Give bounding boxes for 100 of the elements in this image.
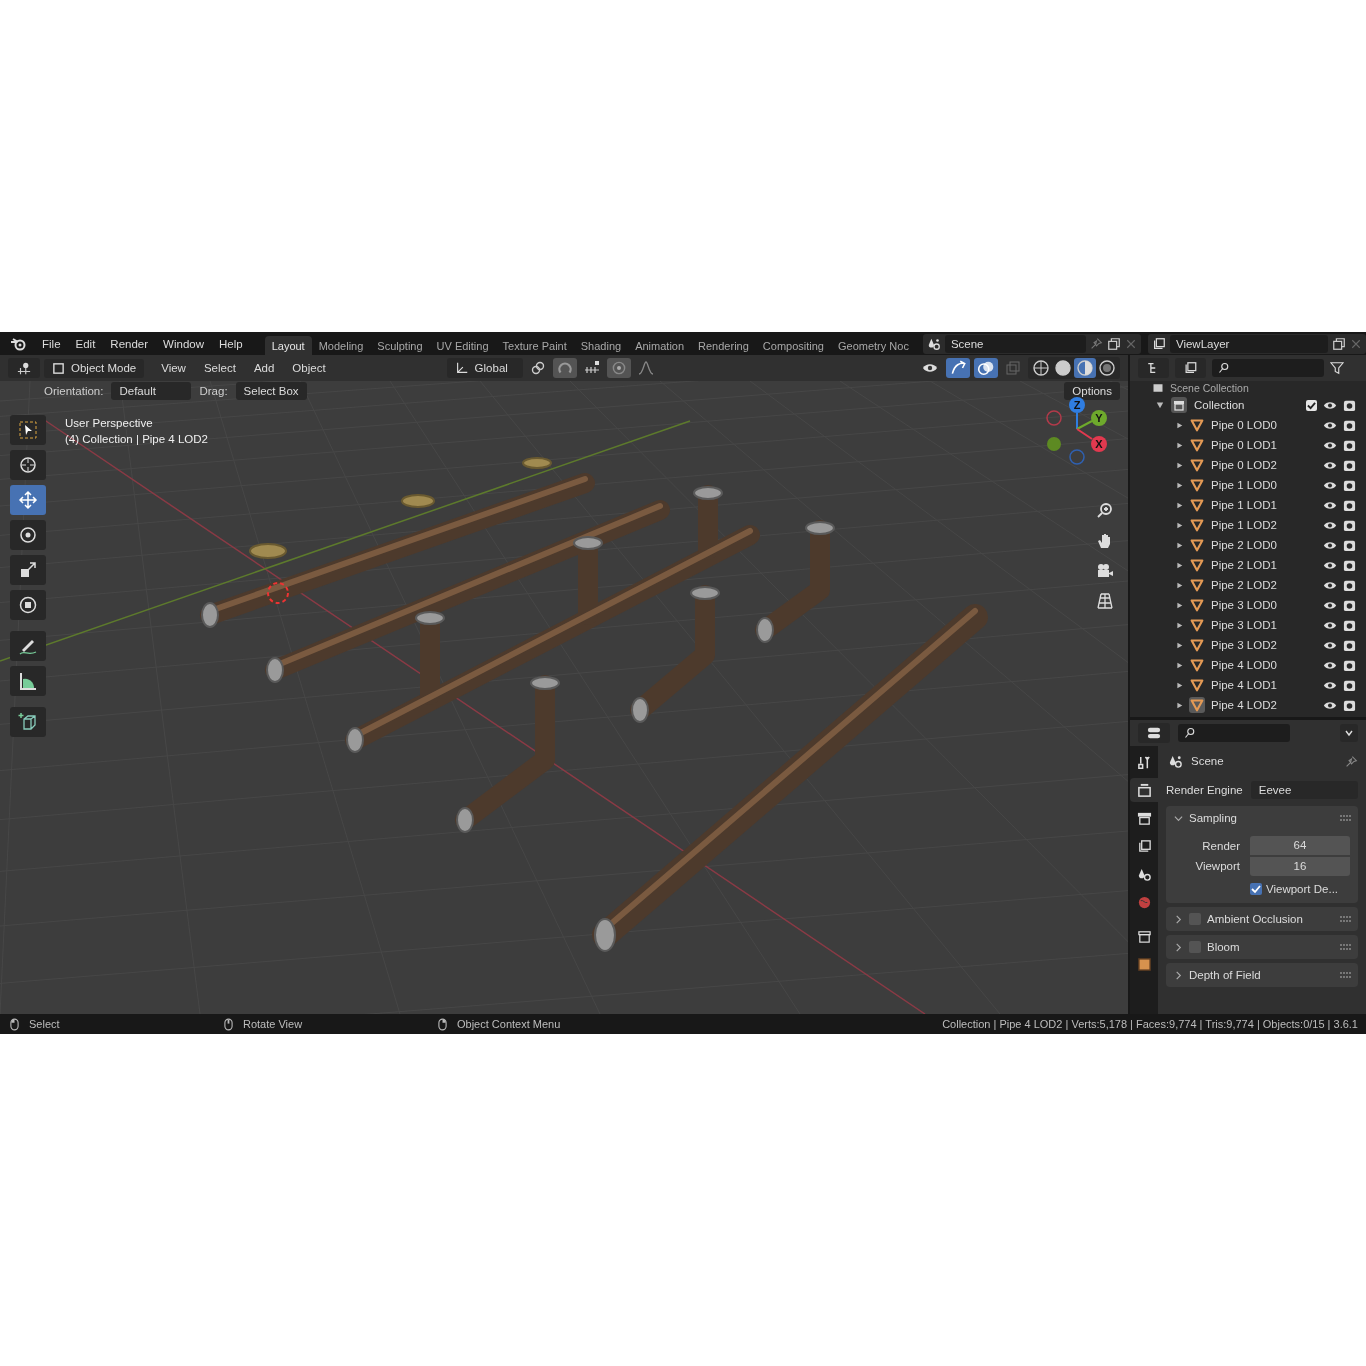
expand-arrow-icon[interactable] xyxy=(1176,701,1183,709)
mesh-icon[interactable] xyxy=(1189,597,1205,613)
mesh-icon[interactable] xyxy=(1189,497,1205,513)
transform-orientation-dropdown[interactable]: Global xyxy=(446,358,523,378)
search-field[interactable] xyxy=(1178,724,1290,742)
editor-type-button[interactable] xyxy=(1138,723,1170,743)
workspace-tab[interactable]: Texture Paint xyxy=(495,336,574,355)
outliner-item[interactable]: Pipe 2 LOD0 xyxy=(1211,539,1317,551)
editor-type-button[interactable] xyxy=(8,358,40,378)
scene-name-field[interactable]: Scene xyxy=(944,334,1086,353)
menu-item[interactable]: Edit xyxy=(68,335,103,352)
eye-icon[interactable] xyxy=(1323,459,1337,471)
outliner-item[interactable]: Pipe 1 LOD0 xyxy=(1211,479,1317,491)
shading-mode-icon[interactable] xyxy=(1052,358,1074,378)
number-field[interactable]: 64 xyxy=(1250,836,1350,856)
outliner-item[interactable]: Pipe 3 LOD2 xyxy=(1211,639,1317,651)
eye-icon[interactable] xyxy=(1323,479,1337,491)
axis-ball[interactable] xyxy=(1069,397,1085,413)
eye-icon[interactable] xyxy=(1323,499,1337,511)
menu-item[interactable]: Object xyxy=(285,360,333,376)
checkbox[interactable] xyxy=(1250,883,1262,895)
add-tool-button[interactable] xyxy=(10,707,46,737)
proportional-edit-icon[interactable] xyxy=(606,358,631,378)
menu-item[interactable]: File xyxy=(35,335,68,352)
workspace-tab[interactable]: Modeling xyxy=(311,336,371,355)
axis-ball[interactable] xyxy=(1091,436,1107,452)
mesh-icon[interactable] xyxy=(1189,697,1205,713)
camera-icon[interactable] xyxy=(1343,458,1356,472)
panel-title[interactable]: Bloom xyxy=(1207,941,1240,953)
view-layer-selector[interactable]: ViewLayer xyxy=(1147,333,1366,354)
close-icon[interactable] xyxy=(1124,337,1137,350)
pin-icon[interactable] xyxy=(1345,754,1358,768)
gizmo-toggle-icon[interactable] xyxy=(946,358,970,378)
mesh-icon[interactable] xyxy=(1189,637,1205,653)
scene-selector[interactable]: Scene xyxy=(922,333,1141,354)
workspace-tab[interactable]: Shading xyxy=(573,336,629,355)
outliner-item[interactable]: Pipe 3 LOD0 xyxy=(1211,599,1317,611)
mesh-icon[interactable] xyxy=(1189,677,1205,693)
shading-mode-icon[interactable] xyxy=(1096,358,1118,378)
mesh-icon[interactable] xyxy=(1189,537,1205,553)
outliner-item[interactable]: Pipe 3 LOD1 xyxy=(1211,619,1317,631)
move-tool-button[interactable] xyxy=(10,485,46,515)
outliner-item[interactable]: Pipe 1 LOD1 xyxy=(1211,499,1317,511)
select-tool-button[interactable] xyxy=(10,415,46,445)
eye-icon[interactable] xyxy=(1323,639,1337,651)
eye-icon[interactable] xyxy=(1323,599,1337,611)
camera-icon[interactable] xyxy=(1343,598,1356,612)
eye-icon[interactable] xyxy=(1323,679,1337,691)
workspace-tab[interactable]: Compositing xyxy=(755,336,831,355)
eye-icon[interactable] xyxy=(1323,539,1337,551)
camera-icon[interactable] xyxy=(1343,658,1356,672)
menu-item[interactable]: Help xyxy=(212,335,250,352)
view-layer-button[interactable] xyxy=(1175,358,1206,378)
mesh-icon[interactable] xyxy=(1189,457,1205,473)
annotate-tool-button[interactable] xyxy=(10,631,46,661)
camera-icon[interactable] xyxy=(1343,538,1356,552)
shading-mode-icon[interactable] xyxy=(1074,358,1096,378)
mesh-icon[interactable] xyxy=(1189,477,1205,493)
expand-arrow-icon[interactable] xyxy=(1176,421,1183,429)
camera-icon[interactable] xyxy=(1343,418,1356,432)
camera-icon[interactable] xyxy=(1343,498,1356,512)
mesh-icon[interactable] xyxy=(1189,437,1205,453)
view-layer-name-field[interactable]: ViewLayer xyxy=(1169,334,1328,353)
blender-logo-icon[interactable] xyxy=(10,335,26,352)
expand-arrow-icon[interactable] xyxy=(1176,461,1183,469)
scale-tool-button[interactable] xyxy=(10,555,46,585)
workspace-tab[interactable]: Geometry Noc xyxy=(830,336,916,355)
drag-handle-icon[interactable] xyxy=(1340,972,1352,978)
eye-icon[interactable] xyxy=(1323,439,1337,451)
camera-icon[interactable] xyxy=(1343,638,1356,652)
outliner-item[interactable]: Pipe 1 LOD2 xyxy=(1211,519,1317,531)
measure-tool-button[interactable] xyxy=(10,666,46,696)
menu-item[interactable]: Render xyxy=(103,335,156,352)
cursor-tool-button[interactable] xyxy=(10,450,46,480)
render-tab[interactable] xyxy=(1130,778,1158,802)
mesh-icon[interactable] xyxy=(1189,577,1205,593)
outliner-item[interactable]: Pipe 2 LOD2 xyxy=(1211,579,1317,591)
outliner-item[interactable]: Pipe 0 LOD0 xyxy=(1211,419,1317,431)
orientation-dropdown[interactable]: Default xyxy=(111,382,192,400)
camera-icon[interactable] xyxy=(1343,678,1356,692)
outliner-item[interactable]: Pipe 2 LOD1 xyxy=(1211,559,1317,571)
copy-icon[interactable] xyxy=(1106,336,1121,351)
checkbox-label[interactable]: Viewport De... xyxy=(1266,883,1338,895)
expand-arrow-icon[interactable] xyxy=(1176,521,1183,529)
options-dropdown[interactable]: Options xyxy=(1064,382,1120,400)
workspace-tab[interactable]: Sculpting xyxy=(370,336,430,355)
drag-dropdown[interactable]: Select Box xyxy=(235,382,307,400)
expand-arrow-icon[interactable] xyxy=(1176,441,1183,449)
workspace-tab[interactable]: Animation xyxy=(628,336,692,355)
outliner-item[interactable]: Pipe 4 LOD2 xyxy=(1211,699,1317,711)
outliner-item[interactable]: Pipe 4 LOD0 xyxy=(1211,659,1317,671)
camera-icon[interactable] xyxy=(1343,478,1356,492)
eye-icon[interactable] xyxy=(1323,559,1337,571)
overlays-icon[interactable] xyxy=(974,358,998,378)
camera-icon[interactable] xyxy=(1343,578,1356,592)
expand-arrow-icon[interactable] xyxy=(1176,661,1183,669)
mesh-icon[interactable] xyxy=(1189,517,1205,533)
menu-item[interactable]: Window xyxy=(156,335,211,352)
render-engine-dropdown[interactable]: Eevee xyxy=(1250,781,1358,799)
eye-icon[interactable] xyxy=(1323,519,1337,531)
